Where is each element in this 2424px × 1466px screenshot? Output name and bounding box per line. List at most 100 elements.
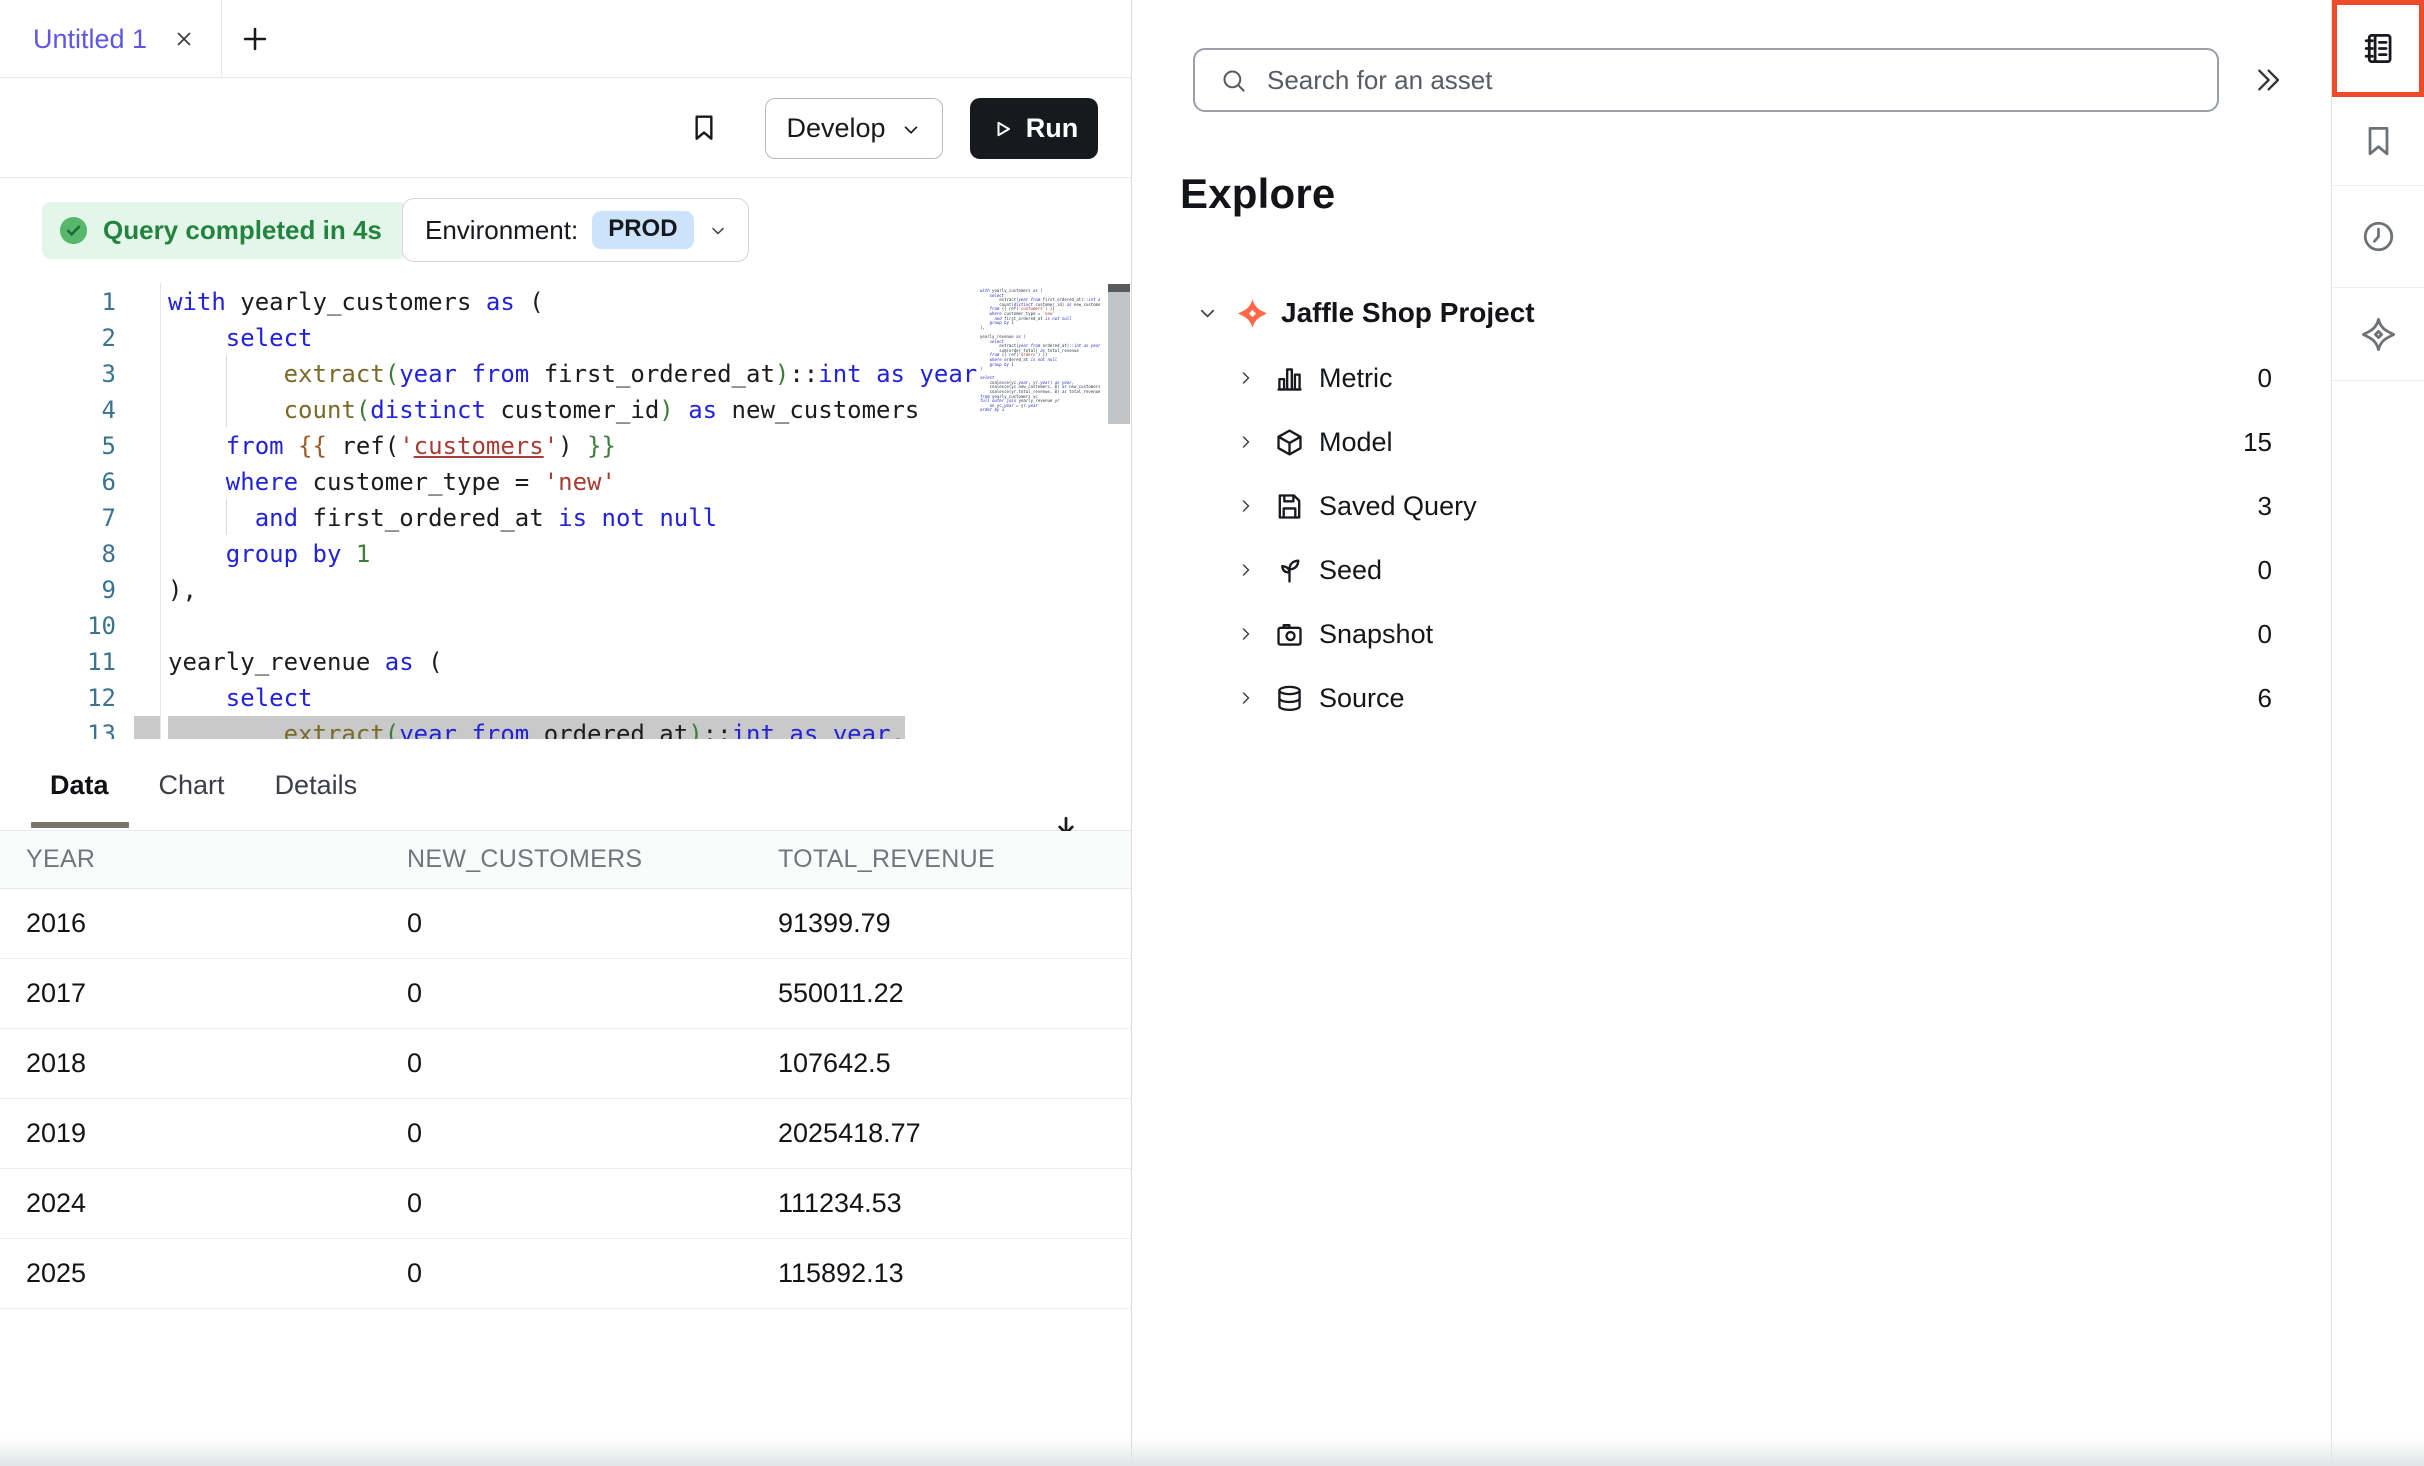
develop-button-label: Develop (786, 113, 885, 144)
chevron-right-icon[interactable] (1236, 688, 1256, 708)
table-cell: 2025 (0, 1258, 381, 1289)
table-cell: 2025418.77 (752, 1118, 1131, 1149)
play-icon (990, 117, 1014, 141)
tree-item-source[interactable]: Source6 (1132, 666, 2331, 730)
line-number: 1 (0, 284, 160, 320)
metric-icon (1274, 363, 1305, 394)
tree-item-label: Snapshot (1319, 619, 1433, 650)
chevron-right-icon[interactable] (1236, 624, 1256, 644)
chevron-right-icon[interactable] (1236, 496, 1256, 516)
chevron-right-icon[interactable] (1236, 560, 1256, 580)
code-line: 2 select (0, 320, 1131, 356)
table-cell: 550011.22 (752, 978, 1131, 1009)
lineage-rail-button[interactable] (2332, 288, 2424, 381)
table-row: 201902025418.77 (0, 1099, 1131, 1169)
code-line: 3 extract(year from first_ordered_at)::i… (0, 356, 1131, 392)
saved-query-icon (1274, 491, 1305, 522)
table-cell: 115892.13 (752, 1258, 1131, 1289)
close-icon[interactable] (173, 28, 195, 50)
indent-guide (226, 499, 227, 535)
chevron-right-icon[interactable] (1236, 432, 1256, 452)
indent-guide (226, 355, 227, 427)
project-name: Jaffle Shop Project (1281, 297, 1535, 329)
project-tree-root[interactable]: Jaffle Shop Project (1132, 288, 2331, 338)
history-rail-button[interactable] (2332, 186, 2424, 288)
tab-chart[interactable]: Chart (159, 770, 225, 801)
asset-search-input[interactable] (1193, 48, 2219, 112)
file-tab[interactable]: Untitled 1 (0, 0, 222, 78)
editor-toolbar (0, 78, 1131, 178)
chevron-down-icon[interactable] (1196, 302, 1219, 325)
gutter-border (160, 283, 161, 739)
table-row: 20240111234.53 (0, 1169, 1131, 1239)
table-cell: 0 (381, 1118, 752, 1149)
bookmark-icon[interactable] (688, 112, 720, 144)
column-header: NEW_CUSTOMERS (381, 845, 752, 874)
table-cell: 2019 (0, 1118, 381, 1149)
line-number: 9 (0, 572, 160, 608)
code-line-content: select (168, 680, 313, 716)
code-line: 13 extract(year from ordered_at)::int as… (0, 716, 1131, 739)
minimap-line: order by 1 (980, 408, 1100, 413)
table-row: 20180107642.5 (0, 1029, 1131, 1099)
tree-item-seed[interactable]: Seed0 (1132, 538, 2331, 602)
code-line-content: with yearly_customers as ( (168, 284, 544, 320)
code-line-content: extract(year from ordered_at)::int as ye… (168, 716, 905, 739)
tree-item-saved-query[interactable]: Saved Query3 (1132, 474, 2331, 538)
new-tab-button[interactable] (238, 22, 272, 56)
code-line-content: from {{ ref('customers') }} (168, 428, 616, 464)
column-header: TOTAL_REVENUE (752, 845, 1131, 874)
line-number: 8 (0, 536, 160, 572)
results-table-header: YEARNEW_CUSTOMERSTOTAL_REVENUE (0, 831, 1131, 889)
sql-editor[interactable]: 1with yearly_customers as (2 select3 ext… (0, 283, 1131, 739)
chevron-right-icon[interactable] (1236, 368, 1256, 388)
line-number: 3 (0, 356, 160, 392)
tree-item-label: Metric (1319, 363, 1393, 394)
tree-item-metric[interactable]: Metric0 (1132, 346, 2331, 410)
bookmark-icon (2360, 123, 2397, 160)
code-line: 12 select (0, 680, 1131, 716)
scrollbar-thumb[interactable] (1108, 284, 1130, 424)
tree-item-count: 0 (2258, 555, 2272, 586)
history-icon (2360, 218, 2397, 255)
line-number: 7 (0, 500, 160, 536)
environment-selector[interactable]: Environment: PROD (402, 198, 749, 262)
explore-panel: Explore Jaffle Shop Project Metric0Model… (1132, 0, 2331, 1466)
source-icon (1274, 683, 1305, 714)
tab-data[interactable]: Data (50, 770, 109, 801)
column-header: YEAR (0, 845, 381, 874)
line-number: 13 (0, 716, 160, 739)
table-cell: 0 (381, 908, 752, 939)
tree-item-snapshot[interactable]: Snapshot0 (1132, 602, 2331, 666)
code-line: 11yearly_revenue as ( (0, 644, 1131, 680)
collapse-panel-icon[interactable] (2252, 64, 2284, 96)
code-line-content: extract(year from first_ordered_at)::int… (168, 356, 992, 392)
editor-minimap[interactable]: with yearly_customers as ( select extrac… (980, 287, 1100, 735)
editor-scrollbar[interactable] (1108, 283, 1130, 739)
code-line-content: ), (168, 572, 197, 608)
results-table-body: 2016091399.7920170550011.2220180107642.5… (0, 889, 1131, 1309)
results-tab-bar: Data Chart Details (0, 739, 1131, 831)
table-row: 2016091399.79 (0, 889, 1131, 959)
tree-item-count: 15 (2243, 427, 2272, 458)
environment-label: Environment: (425, 215, 578, 246)
catalog-rail-button[interactable] (2332, 0, 2424, 97)
code-line: 8 group by 1 (0, 536, 1131, 572)
run-button[interactable]: Run (970, 98, 1098, 159)
bookmark-rail-button[interactable] (2332, 97, 2424, 186)
develop-button[interactable]: Develop (765, 98, 943, 159)
table-cell: 107642.5 (752, 1048, 1131, 1079)
tree-item-count: 3 (2258, 491, 2272, 522)
code-line-content: select (168, 320, 313, 356)
code-line-content: and first_ordered_at is not null (168, 500, 717, 536)
model-icon (1274, 427, 1305, 458)
table-row: 20250115892.13 (0, 1239, 1131, 1309)
tab-details[interactable]: Details (275, 770, 358, 801)
seed-icon (1274, 555, 1305, 586)
code-line: 9), (0, 572, 1131, 608)
run-button-label: Run (1026, 113, 1078, 144)
code-line-content: yearly_revenue as ( (168, 644, 443, 680)
tree-item-model[interactable]: Model15 (1132, 410, 2331, 474)
code-line: 7 and first_ordered_at is not null (0, 500, 1131, 536)
table-cell: 2024 (0, 1188, 381, 1219)
